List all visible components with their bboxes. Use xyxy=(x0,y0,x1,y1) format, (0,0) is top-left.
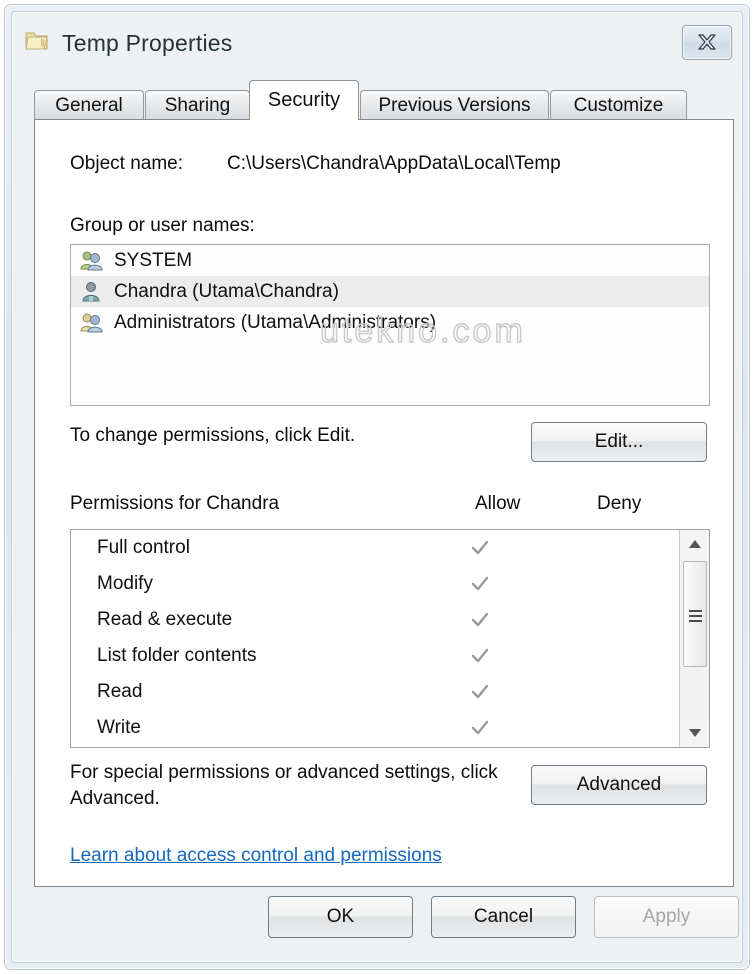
permission-name: Write xyxy=(97,717,141,738)
table-row[interactable]: Read & execute xyxy=(71,602,679,638)
allow-checkbox[interactable] xyxy=(469,717,491,739)
allow-checkbox[interactable] xyxy=(469,645,491,667)
permission-name: Modify xyxy=(97,573,153,594)
close-icon xyxy=(698,34,716,50)
allow-column-header: Allow xyxy=(475,493,521,514)
permissions-title: Permissions for Chandra xyxy=(70,493,280,514)
allow-checkbox[interactable] xyxy=(469,609,491,631)
cancel-button-label: Cancel xyxy=(473,906,534,927)
allow-checkbox[interactable] xyxy=(469,573,491,595)
security-tab-panel: Object name: C:\Users\Chandra\AppData\Lo… xyxy=(34,119,734,887)
tab-previous-versions-label: Previous Versions xyxy=(378,94,531,116)
allow-checkbox[interactable] xyxy=(469,681,491,703)
group-users-icon xyxy=(79,311,105,335)
window-inner: Temp Properties General Sharing Security… xyxy=(11,11,743,963)
learn-about-access-control-link[interactable]: Learn about access control and permissio… xyxy=(70,845,442,867)
table-row[interactable]: Modify xyxy=(71,566,679,602)
list-item[interactable]: Administrators (Utama\Administrators) xyxy=(71,307,709,338)
scrollbar-thumb[interactable] xyxy=(683,561,707,667)
permission-name: Full control xyxy=(97,537,190,558)
tab-sharing-label: Sharing xyxy=(164,94,231,116)
tab-customize-label: Customize xyxy=(573,94,664,116)
advanced-settings-text: For special permissions or advanced sett… xyxy=(70,762,498,809)
scroll-up-icon[interactable] xyxy=(680,530,709,558)
list-item-label: Administrators (Utama\Administrators) xyxy=(114,311,437,333)
group-or-user-names-label: Group or user names: xyxy=(70,215,255,236)
tab-previous-versions[interactable]: Previous Versions xyxy=(360,90,549,120)
tab-customize[interactable]: Customize xyxy=(550,90,687,120)
advanced-button-label: Advanced xyxy=(576,774,662,795)
apply-button: Apply xyxy=(594,896,739,938)
edit-button[interactable]: Edit... xyxy=(531,422,707,462)
cancel-button[interactable]: Cancel xyxy=(431,896,576,938)
object-name-value: C:\Users\Chandra\AppData\Local\Temp xyxy=(227,153,561,174)
tab-security-label: Security xyxy=(267,89,341,111)
tab-security[interactable]: Security xyxy=(249,80,359,120)
title-bar: Temp Properties xyxy=(12,12,742,70)
table-row[interactable]: Full control xyxy=(71,530,679,566)
object-name-label: Object name: xyxy=(70,153,183,174)
edit-button-label: Edit... xyxy=(594,431,644,452)
allow-checkbox[interactable] xyxy=(469,537,491,559)
permissions-list[interactable]: Full control Modify Read & execute List … xyxy=(70,529,710,748)
permissions-scrollbar[interactable] xyxy=(679,530,709,747)
ok-button[interactable]: OK xyxy=(268,896,413,938)
tab-sharing[interactable]: Sharing xyxy=(145,90,250,120)
permission-name: Read xyxy=(97,681,143,702)
list-item[interactable]: SYSTEM xyxy=(71,245,709,276)
deny-column-header: Deny xyxy=(597,493,642,514)
list-item-label: Chandra (Utama\Chandra) xyxy=(114,280,339,302)
table-row[interactable]: Read xyxy=(71,674,679,710)
change-permissions-text: To change permissions, click Edit. xyxy=(70,425,356,446)
group-or-user-names-list[interactable]: SYSTEM Chandra (Utama\Chandra) Administr… xyxy=(70,244,710,406)
group-users-icon xyxy=(79,249,105,273)
table-row[interactable]: Write xyxy=(71,710,679,746)
list-item-label: SYSTEM xyxy=(114,249,193,271)
table-row[interactable]: List folder contents xyxy=(71,638,679,674)
scroll-down-icon[interactable] xyxy=(680,719,709,747)
properties-window: Temp Properties General Sharing Security… xyxy=(4,4,750,970)
tab-general[interactable]: General xyxy=(34,90,144,120)
folder-icon xyxy=(24,29,50,53)
tab-strip: General Sharing Security Previous Versio… xyxy=(34,80,734,120)
close-button[interactable] xyxy=(682,25,732,60)
apply-button-label: Apply xyxy=(642,906,691,927)
advanced-button[interactable]: Advanced xyxy=(531,765,707,805)
permission-name: Read & execute xyxy=(97,609,233,630)
list-item[interactable]: Chandra (Utama\Chandra) xyxy=(71,276,709,307)
permission-name: List folder contents xyxy=(97,645,257,666)
window-title: Temp Properties xyxy=(62,30,233,56)
ok-button-label: OK xyxy=(326,906,355,927)
tab-general-label: General xyxy=(55,94,123,116)
single-user-icon xyxy=(79,280,105,304)
